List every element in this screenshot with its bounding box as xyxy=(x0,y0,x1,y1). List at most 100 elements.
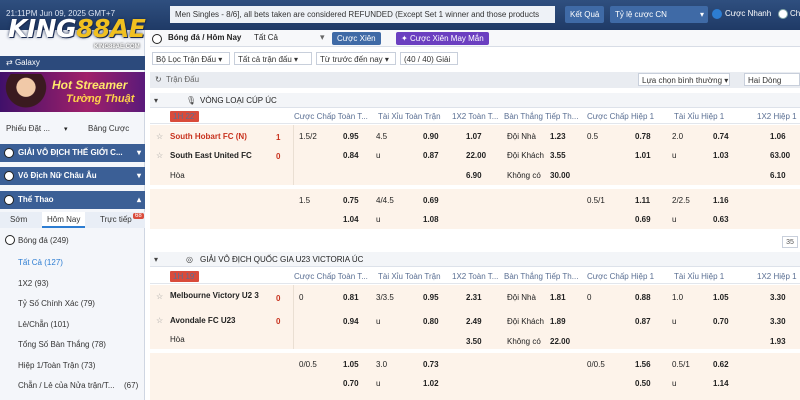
odds-next-odds[interactable]: 3.55 xyxy=(550,150,566,162)
parlay-button[interactable]: Cược Xiên xyxy=(332,32,381,45)
odds-hdp-odds[interactable]: 0.94 xyxy=(343,316,359,328)
odds-h1-odds[interactable]: 1.01 xyxy=(635,150,651,162)
odds-h1ou-odds[interactable]: 0.70 xyxy=(713,316,729,328)
galaxy-menu[interactable]: ⇄ Galaxy xyxy=(0,56,145,70)
star-icon[interactable]: ☆ xyxy=(156,315,163,327)
odds-next-odds[interactable]: 22.00 xyxy=(550,336,570,348)
odds-ou-odds[interactable]: 0.90 xyxy=(423,131,439,143)
sidebar-section-women-euro[interactable]: Vô Địch Nữ Châu Âu ▾ xyxy=(0,167,145,185)
odds-x12[interactable]: 3.50 xyxy=(466,336,482,348)
odds-ou-odds[interactable]: 0.80 xyxy=(423,316,439,328)
odds-x12[interactable]: 2.49 xyxy=(466,316,482,328)
odds-ou-odds[interactable]: 0.95 xyxy=(423,292,439,304)
odds-h1ou-odds[interactable]: 1.03 xyxy=(713,150,729,162)
odds-next-odds[interactable]: 1.23 xyxy=(550,131,566,143)
sidebar-item-ht-ft[interactable]: Hiệp 1/Toàn Trận (73) xyxy=(0,356,145,375)
odds-h1-odds[interactable]: 1.56 xyxy=(635,359,651,371)
odds-ou-odds[interactable]: 0.69 xyxy=(423,195,439,207)
display-mode-select[interactable]: Lựa chọn bình thường ▾ xyxy=(638,73,730,86)
odds-h1-odds[interactable]: 0.88 xyxy=(635,292,651,304)
odds-h1ou-odds[interactable]: 0.62 xyxy=(713,359,729,371)
sidebar-item-correct-score[interactable]: Tỷ Số Chính Xác (79) xyxy=(0,294,145,313)
match-filter[interactable]: Tất Cả xyxy=(254,33,278,42)
odds-ou-odds[interactable]: 0.73 xyxy=(423,359,439,371)
tab-bets[interactable]: Bảng Cược xyxy=(88,121,129,137)
star-icon[interactable]: ☆ xyxy=(156,291,163,303)
odds-h1-odds[interactable]: 0.69 xyxy=(635,214,651,226)
live-toggle[interactable] xyxy=(778,9,788,19)
chevron-down-icon: ▾ xyxy=(64,126,68,133)
tab-early[interactable]: Sớm xyxy=(10,212,27,228)
tab-today[interactable]: Hôm Nay xyxy=(42,212,86,228)
sidebar-item-half-odd-even[interactable]: Chẵn / Lẻ của Nửa trận/T... (67) xyxy=(0,376,145,395)
odds-x12[interactable]: 22.00 xyxy=(466,150,486,162)
sidebar-item-odd-even[interactable]: Lẻ/Chẵn (101) xyxy=(0,315,145,334)
live-time-badge: 1H 22' xyxy=(170,111,199,122)
sidebar-section-sports[interactable]: Thể Thao ▴ xyxy=(0,191,145,209)
odds-hdp-odds[interactable]: 0.95 xyxy=(343,131,359,143)
draw-label: Hòa xyxy=(170,335,185,344)
odds-h1x12[interactable]: 3.30 xyxy=(770,316,786,328)
league-header[interactable]: ▾ ◎ GIẢI VÔ ĐỊCH QUỐC GIA U23 VICTORIA Ú… xyxy=(150,252,800,267)
col-ou: Tài Xỉu Toàn Trận xyxy=(378,112,441,121)
odds-h1ou-odds[interactable]: 0.74 xyxy=(713,131,729,143)
odds-hdp-odds[interactable]: 1.05 xyxy=(343,359,359,371)
sort-select[interactable]: Từ trước đến nay ▾ xyxy=(316,52,396,65)
sidebar-section-world-cup[interactable]: GIẢI VÔ ĐỊCH THẾ GIỚI C... ▾ xyxy=(0,144,145,162)
odds-hdp-odds[interactable]: 0.70 xyxy=(343,378,359,390)
sidebar-item-total-goals[interactable]: Tổng Số Bàn Thắng (78) xyxy=(0,335,145,354)
tab-live[interactable]: Trực tiếp xyxy=(100,212,132,228)
odds-ou-odds[interactable]: 1.08 xyxy=(423,214,439,226)
site-logo[interactable]: KING88AE xyxy=(8,14,146,43)
odds-h1x12[interactable]: 63.00 xyxy=(770,150,790,162)
refresh-icon[interactable]: ↻ xyxy=(155,75,162,84)
odds-next-odds[interactable]: 1.81 xyxy=(550,292,566,304)
odds-h1-odds[interactable]: 0.50 xyxy=(635,378,651,390)
odds-x12[interactable]: 2.31 xyxy=(466,292,482,304)
sidebar-item-1x2[interactable]: 1X2 (93) xyxy=(0,274,145,293)
odds-next-odds[interactable]: 1.89 xyxy=(550,316,566,328)
odds-h1ou-odds[interactable]: 1.14 xyxy=(713,378,729,390)
tab-betslip[interactable]: Phiếu Đặt ... xyxy=(6,121,50,137)
odds-type-select[interactable]: Tỷ lệ cược CN ▾ xyxy=(610,6,708,23)
league-header[interactable]: ▾ 🎙 VÒNG LOẠI CÚP ÚC xyxy=(150,93,800,108)
sidebar-item-all[interactable]: Tất Cả (127) xyxy=(0,253,145,272)
odds-h1-odds[interactable]: 0.78 xyxy=(635,131,651,143)
odds-next-odds[interactable]: 30.00 xyxy=(550,170,570,182)
section-label: Trận Đấu xyxy=(166,75,200,84)
lucky-parlay-button[interactable]: ✦ Cược Xiên May Mắn xyxy=(396,32,489,45)
odds-next-label: Đội Khách xyxy=(507,317,544,326)
odds-h1x12[interactable]: 3.30 xyxy=(770,292,786,304)
star-icon[interactable]: ☆ xyxy=(156,131,163,143)
league-filter-select[interactable]: Bộ Lọc Trận Đấu ▾ xyxy=(152,52,230,65)
odds-h1-odds[interactable]: 1.11 xyxy=(635,195,650,207)
odds-x12[interactable]: 6.90 xyxy=(466,170,482,182)
shuffle-icon: ✦ xyxy=(401,34,410,43)
odds-h1ou-odds[interactable]: 0.63 xyxy=(713,214,729,226)
chevron-down-icon: ▾ xyxy=(136,171,141,180)
all-matches-select[interactable]: Tất cả trận đấu ▾ xyxy=(234,52,312,65)
result-button[interactable]: Kết Quả xyxy=(565,6,605,23)
odds-h1x12[interactable]: 6.10 xyxy=(770,170,786,182)
soccer-ball-icon xyxy=(152,34,162,44)
promo-banner[interactable]: Hot Streamer Tường Thuật xyxy=(0,72,145,112)
odds-ou-odds[interactable]: 0.87 xyxy=(423,150,439,162)
odds-h1-odds[interactable]: 0.87 xyxy=(635,316,651,328)
home-team: South Hobart FC (N) xyxy=(170,132,247,141)
row-mode-select[interactable]: Hai Dòng xyxy=(744,73,800,86)
odds-hdp-odds[interactable]: 1.04 xyxy=(343,214,359,226)
notice-marquee: Men Singles - 8/6], all bets taken are c… xyxy=(170,6,555,23)
odds-x12[interactable]: 1.07 xyxy=(466,131,482,143)
odds-h1ou-odds[interactable]: 1.05 xyxy=(713,292,729,304)
quick-bet-toggle[interactable] xyxy=(712,9,722,19)
odds-ou-odds[interactable]: 1.02 xyxy=(423,378,439,390)
odds-ou-line: u xyxy=(376,151,381,160)
odds-hdp-odds[interactable]: 0.75 xyxy=(343,195,359,207)
odds-h1x12[interactable]: 1.93 xyxy=(770,336,786,348)
odds-hdp-odds[interactable]: 0.81 xyxy=(343,292,359,304)
odds-h1ou-odds[interactable]: 1.16 xyxy=(713,195,729,207)
odds-h1x12[interactable]: 1.06 xyxy=(770,131,786,143)
odds-hdp-odds[interactable]: 0.84 xyxy=(343,150,359,162)
star-icon[interactable]: ☆ xyxy=(156,150,163,162)
sidebar-item-soccer[interactable]: Bóng đá (249) xyxy=(0,231,145,250)
